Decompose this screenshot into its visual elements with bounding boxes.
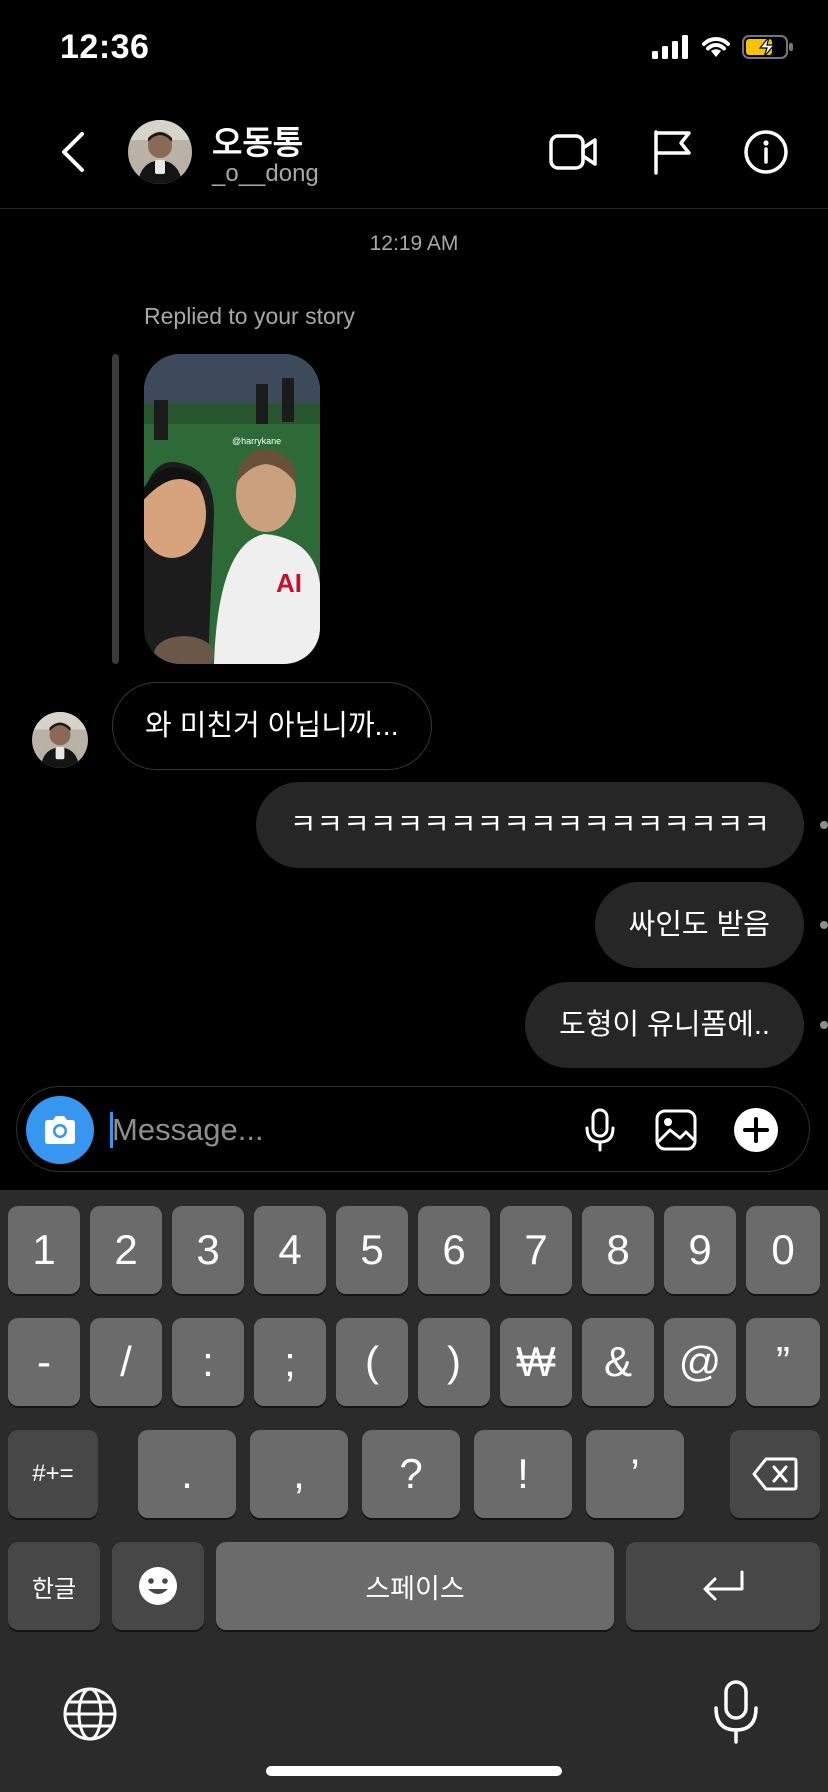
info-icon	[744, 130, 788, 174]
backspace-key[interactable]	[730, 1430, 820, 1518]
microphone-icon	[714, 1680, 758, 1744]
home-indicator[interactable]	[266, 1766, 562, 1776]
return-icon	[703, 1570, 744, 1601]
key-won[interactable]: ₩	[500, 1318, 572, 1406]
message-text: 와 미친거 아닙니까...	[145, 709, 399, 742]
key-hyphen[interactable]: -	[8, 1318, 80, 1406]
language-key[interactable]: 한글	[8, 1542, 100, 1630]
svg-text:AI: AI	[276, 568, 302, 598]
story-thumbnail[interactable]: AI @harrykane	[144, 354, 320, 664]
key-7[interactable]: 7	[500, 1206, 572, 1294]
contact-avatar[interactable]	[128, 120, 192, 184]
flag-icon	[654, 130, 691, 175]
key-open-paren[interactable]: (	[336, 1318, 408, 1406]
back-button[interactable]	[48, 124, 98, 180]
emoji-icon	[139, 1567, 177, 1605]
key-exclamation[interactable]: !	[474, 1430, 572, 1518]
key-8[interactable]: 8	[582, 1206, 654, 1294]
chevron-left-icon	[62, 132, 84, 172]
symbols-toggle-key[interactable]: #+=	[8, 1430, 98, 1518]
battery-charging-icon	[742, 34, 794, 65]
message-timestamp: 12:19 AM	[369, 232, 459, 255]
key-slash[interactable]: /	[90, 1318, 162, 1406]
key-4[interactable]: 4	[254, 1206, 326, 1294]
message-bubble-incoming[interactable]: 와 미친거 아닙니까...	[112, 682, 432, 770]
wifi-icon	[700, 35, 732, 64]
message-text: ㅋㅋㅋㅋㅋㅋㅋㅋㅋㅋㅋㅋㅋㅋㅋㅋㅋㅋ	[289, 808, 770, 841]
add-button[interactable]	[728, 1102, 784, 1158]
globe-icon	[63, 1687, 117, 1741]
key-quote[interactable]: ”	[746, 1318, 820, 1406]
space-key[interactable]: 스페이스	[216, 1542, 614, 1630]
message-bubble-outgoing[interactable]: 싸인도 받음	[594, 882, 804, 968]
key-comma[interactable]: ,	[250, 1430, 348, 1518]
key-9[interactable]: 9	[664, 1206, 736, 1294]
camera-icon	[45, 1116, 75, 1144]
camera-button[interactable]	[26, 1096, 94, 1164]
status-icons	[652, 34, 794, 65]
globe-button[interactable]	[60, 1684, 120, 1744]
key-1[interactable]: 1	[8, 1206, 80, 1294]
key-apostrophe[interactable]: ’	[586, 1430, 684, 1518]
key-semicolon[interactable]: ;	[254, 1318, 326, 1406]
image-icon	[655, 1109, 697, 1151]
story-caption: @harrykane	[232, 436, 281, 446]
story-reply-label: Replied to your story	[144, 303, 355, 329]
key-3[interactable]: 3	[172, 1206, 244, 1294]
seen-indicator	[820, 921, 828, 929]
dictation-button[interactable]	[708, 1680, 764, 1744]
return-key[interactable]	[626, 1542, 820, 1630]
voice-message-button[interactable]	[572, 1102, 628, 1158]
message-input[interactable]	[112, 1100, 552, 1160]
key-close-paren[interactable]: )	[418, 1318, 490, 1406]
microphone-icon	[585, 1108, 615, 1152]
video-call-button[interactable]	[544, 124, 604, 180]
plus-circle-icon	[734, 1108, 778, 1152]
gallery-button[interactable]	[648, 1102, 704, 1158]
key-ampersand[interactable]: &	[582, 1318, 654, 1406]
sender-avatar[interactable]	[32, 712, 88, 768]
seen-indicator	[820, 821, 828, 829]
video-camera-icon	[549, 134, 597, 170]
message-bubble-outgoing[interactable]: 도형이 유니폼에..	[525, 982, 804, 1068]
chat-header	[0, 100, 828, 209]
message-text: 도형이 유니폼에..	[559, 1008, 770, 1041]
message-bubble-outgoing[interactable]: ㅋㅋㅋㅋㅋㅋㅋㅋㅋㅋㅋㅋㅋㅋㅋㅋㅋㅋ	[255, 782, 804, 868]
seen-indicator	[820, 1021, 828, 1029]
key-6[interactable]: 6	[418, 1206, 490, 1294]
backspace-icon	[752, 1457, 798, 1491]
contact-handle[interactable]: _o__dong	[212, 160, 319, 188]
key-at[interactable]: @	[664, 1318, 736, 1406]
message-text: 싸인도 받음	[628, 908, 770, 941]
key-colon[interactable]: :	[172, 1318, 244, 1406]
key-period[interactable]: .	[138, 1430, 236, 1518]
key-2[interactable]: 2	[90, 1206, 162, 1294]
info-button[interactable]	[736, 124, 796, 180]
reply-indicator-bar	[112, 354, 119, 664]
key-0[interactable]: 0	[746, 1206, 820, 1294]
signal-icon	[652, 35, 690, 64]
key-5[interactable]: 5	[336, 1206, 408, 1294]
key-question[interactable]: ?	[362, 1430, 460, 1518]
status-time: 12:36	[60, 28, 150, 66]
contact-name[interactable]: 오동통	[212, 116, 303, 164]
report-button[interactable]	[642, 124, 702, 180]
emoji-key[interactable]	[112, 1542, 204, 1630]
